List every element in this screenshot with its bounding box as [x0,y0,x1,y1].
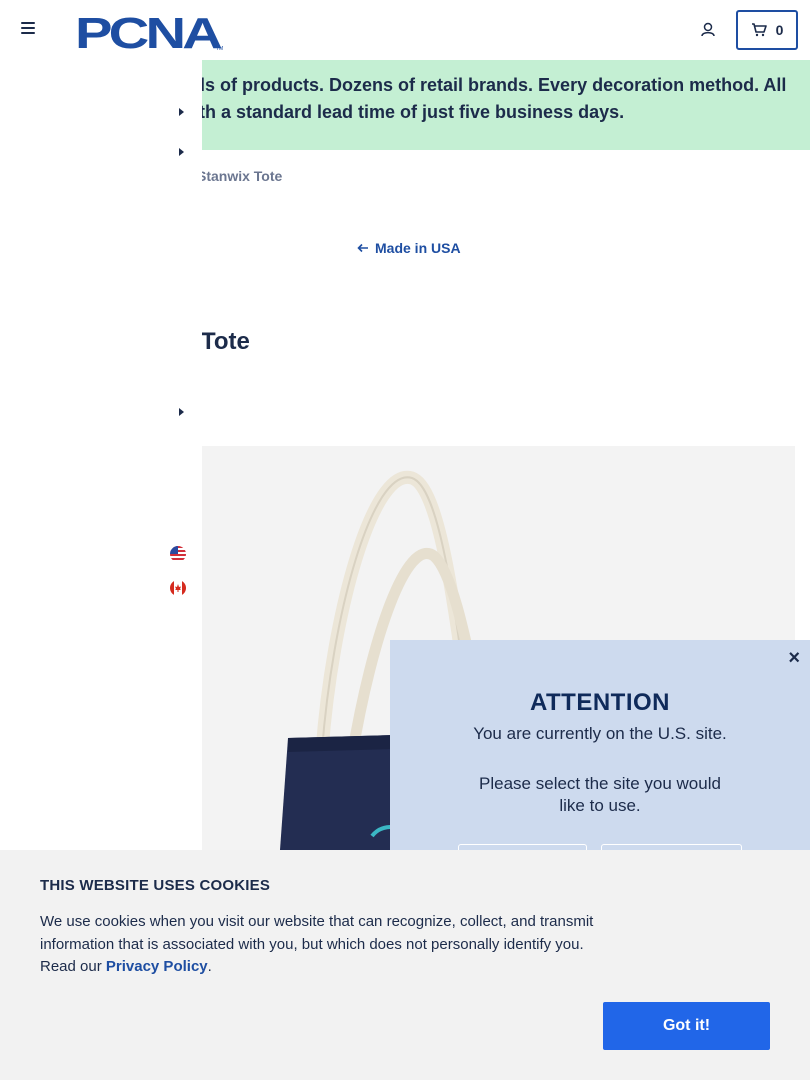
cookie-title: THIS WEBSITE USES COOKIES [40,877,271,894]
breadcrumb[interactable]: Stanwix Tote [197,168,282,184]
back-link[interactable]: Made in USA [357,240,461,256]
site-header: PCNA TM 0 [0,0,810,60]
accept-cookies-button[interactable]: Got it! [603,1002,770,1050]
caret-right-icon[interactable] [176,146,186,158]
logo-text: PCNA [75,10,222,52]
canada-flag-icon[interactable] [170,580,186,596]
privacy-policy-link[interactable]: Privacy Policy [106,958,208,975]
product-title: Tote [201,328,250,355]
arrow-left-icon [357,243,368,253]
cart-button[interactable]: 0 [736,10,798,50]
cookie-period: . [207,958,212,975]
cookie-banner: THIS WEBSITE USES COOKIES We use cookies… [0,850,810,1080]
cookie-text: We use cookies when you visit our websit… [40,911,605,979]
banner-line-2: th a standard lead time of just five bus… [199,102,625,122]
site-select-modal: × ATTENTION You are currently on the U.S… [390,640,810,854]
modal-title: ATTENTION [529,689,671,716]
cart-icon [751,23,767,37]
side-menu-drawer [0,60,202,850]
user-account-icon[interactable] [699,21,717,39]
banner-line-1: ls of products. Dozens of retail brands.… [200,75,787,95]
pcna-logo[interactable]: PCNA TM [75,10,225,52]
back-link-label: Made in USA [375,240,461,256]
caret-right-icon[interactable] [176,406,186,418]
modal-select-prompt: Please select the site you would like to… [479,774,721,815]
caret-right-icon[interactable] [176,106,186,118]
logo-trademark: TM [216,46,223,52]
us-flag-icon[interactable] [170,546,186,562]
modal-current-site: You are currently on the U.S. site. [473,724,727,743]
cart-count: 0 [775,22,784,38]
close-icon[interactable]: × [788,648,800,668]
hamburger-menu-icon[interactable] [21,22,35,36]
